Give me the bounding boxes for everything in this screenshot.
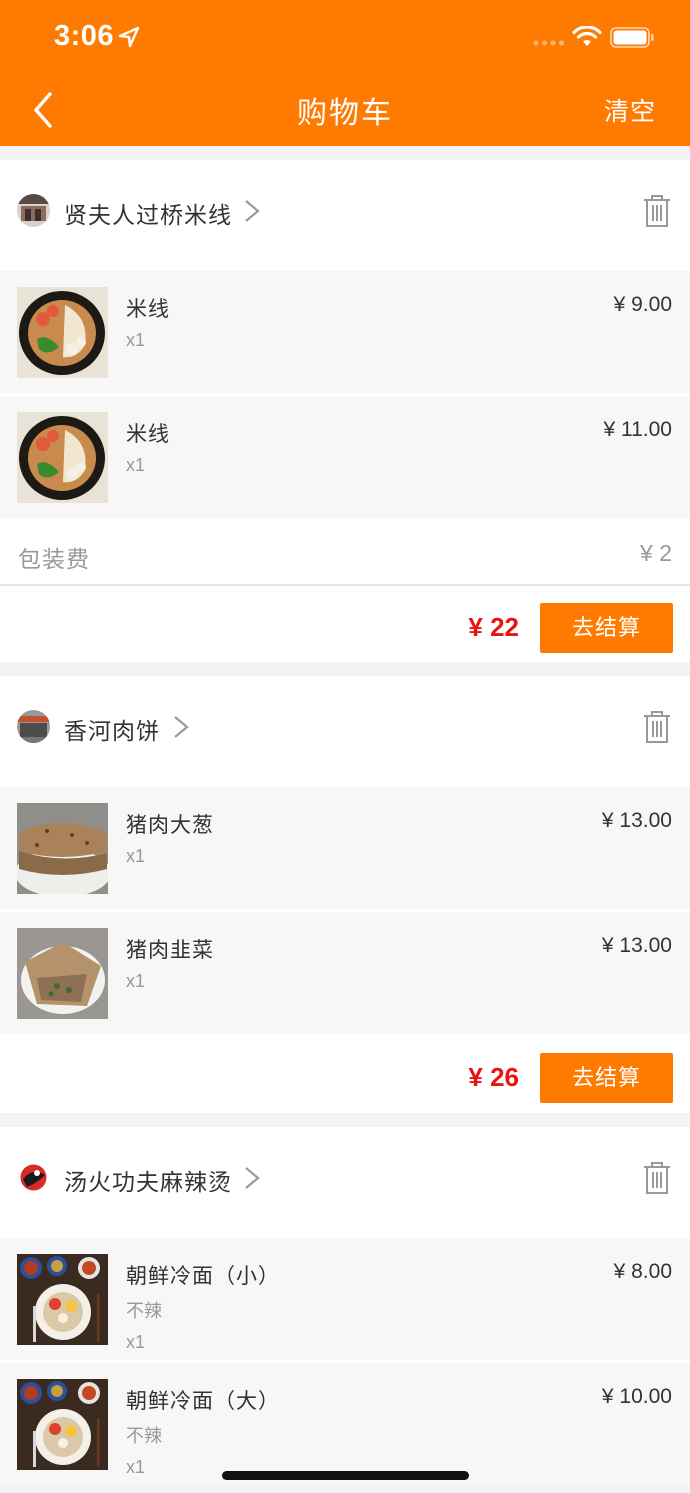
trash-icon[interactable]	[642, 1161, 672, 1195]
item-price: ¥ 10.00	[601, 1385, 672, 1408]
item-quantity: x1	[126, 971, 146, 991]
item-quantity: x1	[126, 1332, 146, 1352]
checkout-row: ¥ 26 去结算	[0, 1034, 690, 1113]
item-quantity: x1	[126, 1457, 146, 1477]
wifi-icon	[572, 26, 602, 46]
cart-item[interactable]: 朝鲜冷面（大） 不辣 x1 ¥ 10.00	[0, 1363, 690, 1485]
location-arrow-icon	[118, 26, 140, 48]
shop-name: 贤夫人过桥米线	[64, 202, 232, 228]
item-image	[17, 803, 108, 894]
item-price: ¥ 8.00	[613, 1260, 672, 1283]
packaging-fee-label: 包装费	[18, 546, 90, 572]
item-price: ¥ 9.00	[613, 293, 672, 316]
checkout-button[interactable]: 去结算	[540, 1053, 673, 1103]
item-price: ¥ 13.00	[601, 934, 672, 957]
nav-header: 3:06 购物车 清空	[0, 0, 690, 146]
shop-card: 汤火功夫麻辣烫 朝鲜冷面（小） 不辣 x1 ¥ 8.00 朝鲜冷面（大） 不辣 …	[0, 1127, 690, 1485]
cart-item[interactable]: 米线 x1 ¥ 11.00	[0, 396, 690, 518]
shop-card: 香河肉饼 猪肉大葱 x1 ¥ 13.00 猪肉韭菜 x1 ¥ 13.00 ¥ 2…	[0, 676, 690, 1113]
item-image	[17, 928, 108, 1019]
cart-item[interactable]: 米线 x1 ¥ 9.00	[0, 271, 690, 393]
chevron-right-icon	[174, 716, 189, 738]
page-title: 购物车	[297, 97, 393, 130]
item-name: 猪肉大葱	[126, 814, 214, 837]
item-quantity: x1	[126, 330, 146, 350]
item-image	[17, 412, 108, 503]
home-indicator	[222, 1471, 469, 1480]
shop-avatar	[17, 194, 50, 227]
shop-header[interactable]: 香河肉饼	[0, 676, 690, 784]
item-quantity: x1	[126, 455, 146, 475]
item-spec: 不辣	[126, 1426, 162, 1446]
battery-icon	[610, 27, 654, 48]
item-price: ¥ 13.00	[601, 809, 672, 832]
shop-avatar	[17, 710, 50, 743]
item-image	[17, 287, 108, 378]
shop-name: 汤火功夫麻辣烫	[64, 1169, 232, 1195]
shop-card: 贤夫人过桥米线 米线 x1 ¥ 9.00 米线 x1 ¥ 11.00 包装费 ¥…	[0, 160, 690, 662]
shop-header[interactable]: 贤夫人过桥米线	[0, 160, 690, 268]
shop-total: ¥ 26	[468, 1062, 519, 1092]
item-name: 朝鲜冷面（大）	[126, 1390, 280, 1413]
item-name: 猪肉韭菜	[126, 939, 214, 962]
chevron-right-icon	[245, 200, 260, 222]
trash-icon[interactable]	[642, 710, 672, 744]
cart-item[interactable]: 猪肉大葱 x1 ¥ 13.00	[0, 787, 690, 909]
item-name: 米线	[126, 298, 170, 321]
item-name: 朝鲜冷面（小）	[126, 1265, 280, 1288]
trash-icon[interactable]	[642, 194, 672, 228]
cart-list: 贤夫人过桥米线 米线 x1 ¥ 9.00 米线 x1 ¥ 11.00 包装费 ¥…	[0, 160, 690, 1493]
item-price: ¥ 11.00	[603, 418, 672, 441]
cart-item[interactable]: 朝鲜冷面（小） 不辣 x1 ¥ 8.00	[0, 1238, 690, 1360]
shop-header[interactable]: 汤火功夫麻辣烫	[0, 1127, 690, 1235]
clear-cart-button[interactable]: 清空	[604, 92, 656, 128]
item-name: 米线	[126, 423, 170, 446]
chevron-right-icon	[245, 1167, 260, 1189]
cart-item[interactable]: 猪肉韭菜 x1 ¥ 13.00	[0, 912, 690, 1034]
item-image	[17, 1379, 108, 1470]
status-time: 3:06	[54, 20, 115, 52]
item-quantity: x1	[126, 846, 146, 866]
item-image	[17, 1254, 108, 1345]
packaging-fee-row: 包装费 ¥ 2	[0, 518, 690, 586]
checkout-button[interactable]: 去结算	[540, 603, 673, 653]
packaging-fee-value: ¥ 2	[640, 540, 672, 566]
shop-avatar	[17, 1161, 50, 1194]
checkout-row: ¥ 22 去结算	[0, 586, 690, 662]
shop-name: 香河肉饼	[64, 718, 160, 744]
item-spec: 不辣	[126, 1301, 162, 1321]
shop-total: ¥ 22	[468, 612, 519, 642]
signal-dots-icon	[533, 40, 565, 46]
